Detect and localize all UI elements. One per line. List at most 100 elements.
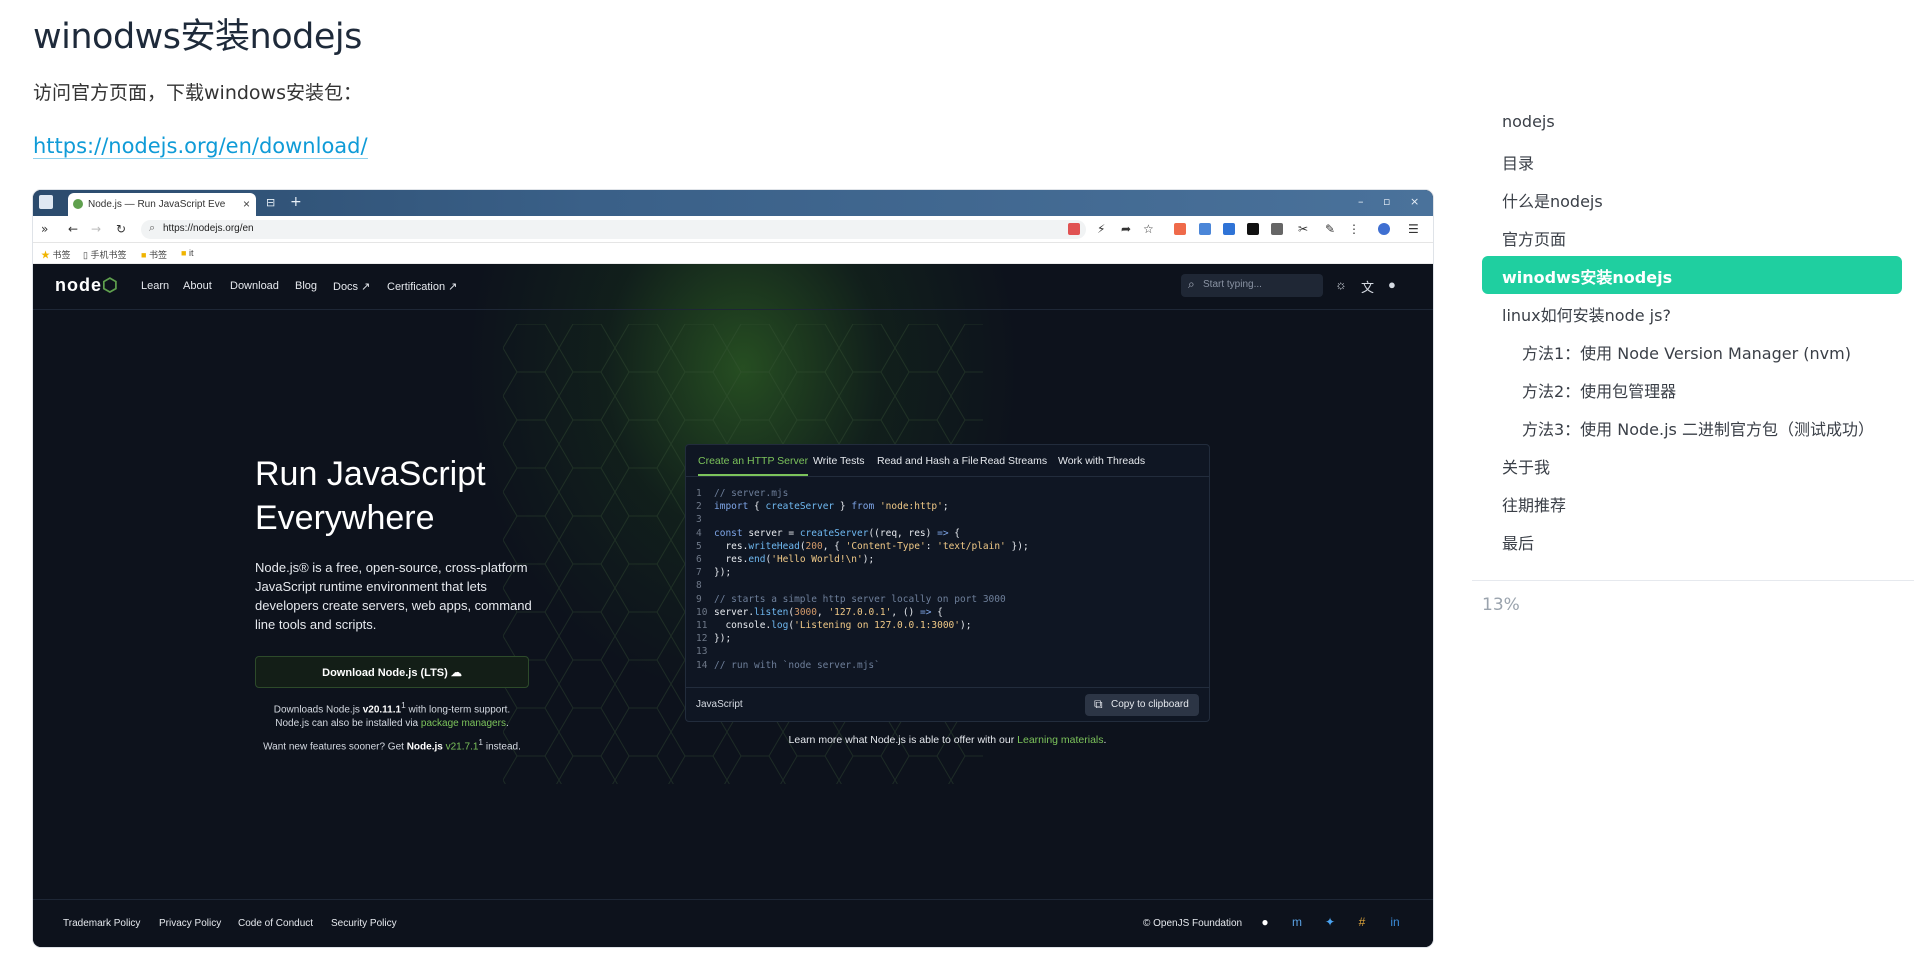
extension-bird-icon[interactable] <box>1199 223 1211 235</box>
close-tab-icon[interactable]: × <box>243 197 250 211</box>
copy-to-clipboard-button[interactable]: ⧉ Copy to clipboard <box>1085 694 1199 716</box>
phone-icon: ▯ <box>83 250 88 260</box>
toc-item-windows-install[interactable]: winodws安装nodejs <box>1502 264 1672 300</box>
download-lts-button[interactable]: Download Node.js (LTS) ☁ <box>255 656 529 688</box>
github-icon[interactable]: ● <box>1258 915 1272 929</box>
url-text: https://nodejs.org/en <box>163 223 254 234</box>
close-window-icon[interactable]: × <box>1410 195 1419 208</box>
url-input[interactable]: ⌕ https://nodejs.org/en <box>141 220 1086 239</box>
forward-icon[interactable]: → <box>91 222 101 236</box>
copy-icon: ⧉ <box>1094 697 1103 711</box>
browser-tab-bar: Node.js — Run JavaScript Eve × ⊟ + – ▫ × <box>33 190 1433 216</box>
hero-title: Run JavaScript Everywhere <box>255 455 486 537</box>
nav-download[interactable]: Download <box>230 280 279 292</box>
more-vertical-icon[interactable]: ⋮ <box>1348 222 1360 236</box>
site-nav: node⬡ Learn About Download Blog Docs ↗ C… <box>33 264 1433 310</box>
tab-write-tests[interactable]: Write Tests <box>813 455 865 467</box>
sidebar-toggle-icon[interactable]: » <box>41 222 48 236</box>
minimize-icon[interactable]: – <box>1358 195 1364 208</box>
browser-address-bar: » ← → ↻ ⌕ https://nodejs.org/en ⚡ ➦ ☆ ✂ … <box>33 216 1433 243</box>
code-footer: JavaScript ⧉ Copy to clipboard <box>686 687 1209 721</box>
hamburger-menu-icon[interactable]: ☰ <box>1408 222 1419 236</box>
tab-list-icon[interactable]: ⊟ <box>266 196 275 209</box>
search-icon: ⌕ <box>149 222 156 234</box>
tab-create-http-server[interactable]: Create an HTTP Server <box>698 455 809 476</box>
code-example-card: Create an HTTP Server Write Tests Read a… <box>685 444 1210 722</box>
nav-about[interactable]: About <box>183 280 212 292</box>
extension-qr-icon[interactable] <box>1271 223 1283 235</box>
folder-icon: ■ <box>141 250 147 260</box>
browser-menu-icon[interactable] <box>39 195 53 209</box>
toc-item-finally[interactable]: 最后 <box>1502 530 1534 566</box>
nodejs-site: node⬡ Learn About Download Blog Docs ↗ C… <box>33 264 1433 947</box>
reload-icon[interactable]: ↻ <box>116 222 126 236</box>
tab-read-hash-file[interactable]: Read and Hash a File <box>877 455 979 467</box>
learn-more-text: Learn more what Node.js is able to offer… <box>788 734 1107 746</box>
nav-learn[interactable]: Learn <box>141 280 169 292</box>
copyright: © OpenJS Foundation <box>1143 918 1243 929</box>
learning-materials-link[interactable]: Learning materials <box>1017 734 1103 746</box>
toc-item-linux-install[interactable]: linux如何安装node js? <box>1502 302 1671 338</box>
toc-item-about-me[interactable]: 关于我 <box>1502 454 1550 490</box>
bookmark-folder[interactable]: ■ it <box>181 248 193 258</box>
star-icon[interactable]: ☆ <box>1143 222 1154 236</box>
tab-work-with-threads[interactable]: Work with Threads <box>1058 455 1145 467</box>
footer-trademark-policy[interactable]: Trademark Policy <box>63 918 140 929</box>
lightning-icon[interactable]: ⚡ <box>1097 222 1105 236</box>
linkedin-icon[interactable]: in <box>1388 915 1402 929</box>
extension-blue-icon[interactable] <box>1223 223 1235 235</box>
back-icon[interactable]: ← <box>68 222 78 236</box>
toc-item-what-is-nodejs[interactable]: 什么是nodejs <box>1502 188 1603 224</box>
theme-toggle-icon[interactable]: ☼ <box>1335 277 1347 292</box>
bookmarks-bar: ★ 书签 ▯ 手机书签 ■ 书签 ■ it <box>33 243 1433 264</box>
search-icon: ⌕ <box>1188 277 1195 291</box>
toc-item-method-3[interactable]: 方法3：使用 Node.js 二进制官方包（测试成功） <box>1522 416 1874 452</box>
article-intro: 访问官方页面，下载windows安装包： <box>33 82 362 104</box>
footer-privacy-policy[interactable]: Privacy Policy <box>159 918 221 929</box>
twitter-icon[interactable]: ✦ <box>1323 915 1337 929</box>
nav-certification[interactable]: Certification ↗ <box>387 280 457 293</box>
browser-tab-title: Node.js — Run JavaScript Eve <box>88 199 226 210</box>
footer-security-policy[interactable]: Security Policy <box>331 918 397 929</box>
toc-item-nodejs[interactable]: nodejs <box>1502 112 1555 148</box>
node-hexagon-icon: ⬡ <box>102 275 119 295</box>
reading-progress: 13% <box>1482 595 1520 615</box>
nodejs-favicon-icon <box>73 199 83 209</box>
code-block: 1// server.mjs 2 import { createServer } … <box>696 488 1029 671</box>
toc-item-method-1[interactable]: 方法1：使用 Node Version Manager (nvm) <box>1522 340 1851 376</box>
browser-tab[interactable]: Node.js — Run JavaScript Eve × <box>68 193 256 216</box>
hero-description: Node.js® is a free, open-source, cross-p… <box>255 560 532 632</box>
package-managers-link[interactable]: package managers <box>421 718 506 729</box>
bookmark-item[interactable]: ▯ 手机书签 <box>83 248 126 261</box>
nav-docs[interactable]: Docs ↗ <box>333 280 370 293</box>
toc-item-contents[interactable]: 目录 <box>1502 150 1534 186</box>
language-icon[interactable]: 文 <box>1361 277 1374 296</box>
github-icon[interactable]: ● <box>1388 277 1396 292</box>
nav-blog[interactable]: Blog <box>295 280 317 292</box>
maximize-icon[interactable]: ▫ <box>1383 195 1390 208</box>
share-icon[interactable]: ➦ <box>1121 222 1131 236</box>
toc-item-recommended[interactable]: 往期推荐 <box>1502 492 1566 528</box>
current-version-link[interactable]: v21.7.1 <box>446 741 479 752</box>
cloud-download-icon: ☁ <box>450 667 462 679</box>
nodejs-download-link[interactable]: https://nodejs.org/en/download/ <box>33 134 368 159</box>
bookmark-item[interactable]: ★ 书签 <box>41 248 71 261</box>
lts-note: Downloads Node.js v20.11.11 with long-te… <box>273 700 511 730</box>
bookmark-folder[interactable]: ■ 书签 <box>141 248 167 261</box>
extension-dark-icon[interactable] <box>1247 223 1259 235</box>
brush-icon[interactable]: ✎ <box>1325 222 1335 236</box>
current-note: Want new features sooner? Get Node.js v2… <box>263 737 521 753</box>
tab-read-streams[interactable]: Read Streams <box>980 455 1047 467</box>
site-search-input[interactable]: ⌕ Start typing... <box>1181 274 1323 297</box>
toc-item-method-2[interactable]: 方法2：使用包管理器 <box>1522 378 1676 414</box>
new-tab-icon[interactable]: + <box>290 194 302 210</box>
nodejs-logo[interactable]: node⬡ <box>55 275 119 296</box>
scissors-icon[interactable]: ✂ <box>1298 222 1308 236</box>
mastodon-icon[interactable]: m <box>1290 915 1304 929</box>
slack-icon[interactable]: # <box>1355 915 1369 929</box>
footer-code-of-conduct[interactable]: Code of Conduct <box>238 918 313 929</box>
translate-icon[interactable] <box>1068 223 1080 235</box>
extension-pdf-icon[interactable] <box>1174 223 1186 235</box>
profile-avatar[interactable] <box>1378 223 1390 235</box>
toc-item-official-page[interactable]: 官方页面 <box>1502 226 1566 262</box>
